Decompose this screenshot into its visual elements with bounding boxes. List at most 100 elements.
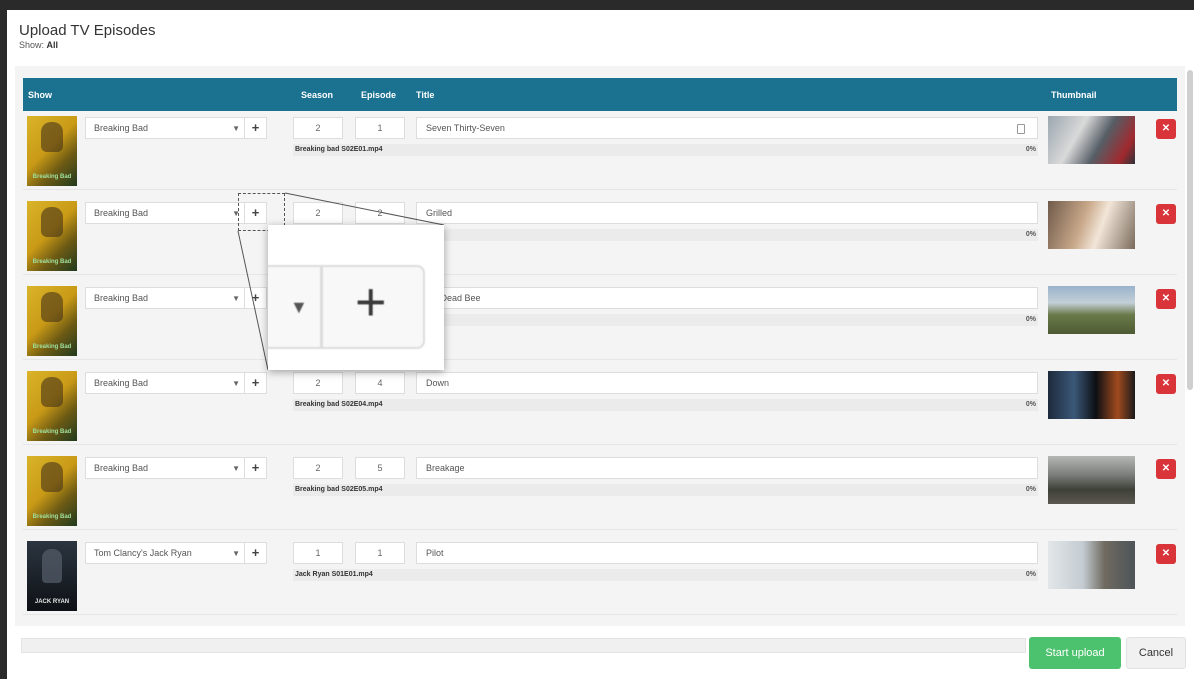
episode-thumbnail	[1048, 201, 1135, 249]
poster-label: Breaking Bad	[32, 514, 72, 520]
upload-progress: Jack Ryan S01E01.mp4 0%	[293, 569, 1038, 581]
add-show-button[interactable]: +	[245, 457, 267, 479]
show-select-value: Breaking Bad	[94, 208, 149, 218]
add-show-button[interactable]: +	[245, 372, 267, 394]
episode-input[interactable]: 2	[355, 202, 405, 224]
start-upload-button[interactable]: Start upload	[1029, 637, 1121, 669]
show-poster: Breaking Bad	[27, 456, 77, 526]
show-select[interactable]: Breaking Bad ▼	[85, 457, 245, 479]
episode-thumbnail	[1048, 116, 1135, 164]
season-input[interactable]: 2	[293, 117, 343, 139]
window-top-border	[0, 0, 1194, 10]
progress-percent: 0%	[1025, 486, 1036, 493]
upload-progress: Breaking bad S02E04.mp4 0%	[293, 399, 1038, 411]
show-select-value: Breaking Bad	[94, 293, 149, 303]
overall-progress-bar	[21, 638, 1026, 653]
poster-label: Breaking Bad	[32, 344, 72, 350]
column-thumbnail: Thumbnail	[1051, 90, 1097, 100]
remove-row-button[interactable]: ✕	[1156, 544, 1176, 564]
episodes-table: Show Season Episode Title Thumbnail Brea…	[15, 66, 1185, 626]
add-show-button[interactable]: +	[245, 117, 267, 139]
poster-label: Breaking Bad	[32, 429, 72, 435]
document-icon	[1017, 124, 1025, 134]
remove-row-button[interactable]: ✕	[1156, 289, 1176, 309]
file-name: Breaking bad S02E01.mp4	[295, 146, 383, 153]
upload-progress: Breaking bad S02E01.mp4 0%	[293, 144, 1038, 156]
caret-down-icon: ▼	[232, 549, 240, 558]
show-poster: JACK RYAN	[27, 541, 77, 611]
season-input[interactable]: 2	[293, 202, 343, 224]
column-title: Title	[416, 90, 435, 100]
episode-thumbnail	[1048, 541, 1135, 589]
remove-row-button[interactable]: ✕	[1156, 119, 1176, 139]
subtitle-prefix: Show:	[19, 40, 45, 50]
remove-row-button[interactable]: ✕	[1156, 459, 1176, 479]
caret-down-icon: ▼	[232, 464, 240, 473]
poster-label: Breaking Bad	[32, 174, 72, 180]
title-input[interactable]: Down	[416, 372, 1038, 394]
column-season: Season	[301, 90, 334, 100]
table-row: Breaking Bad Breaking Bad ▼ + 2 1 Seven T…	[23, 112, 1177, 190]
title-value: Grilled	[426, 208, 453, 218]
cancel-button[interactable]: Cancel	[1126, 637, 1186, 669]
progress-percent: 0%	[1025, 146, 1036, 153]
title-input[interactable]: Breakage	[416, 457, 1038, 479]
title-value: Pilot	[426, 548, 444, 558]
column-show: Show	[28, 90, 52, 100]
table-row: Breaking Bad Breaking Bad ▼ + 2 5 Breakag…	[23, 452, 1177, 530]
zoomed-controls: ▼ +	[268, 265, 425, 349]
season-input[interactable]: 2	[293, 457, 343, 479]
progress-percent: 0%	[1025, 316, 1036, 323]
plus-icon: +	[355, 272, 387, 332]
episode-thumbnail	[1048, 286, 1135, 334]
progress-percent: 0%	[1025, 231, 1036, 238]
file-name: Jack Ryan S01E01.mp4	[295, 571, 373, 578]
episode-thumbnail	[1048, 371, 1135, 419]
add-show-button[interactable]: +	[245, 287, 267, 309]
title-value: Seven Thirty-Seven	[426, 123, 505, 133]
show-poster: Breaking Bad	[27, 371, 77, 441]
title-input[interactable]: Seven Thirty-Seven	[416, 117, 1038, 139]
show-select-value: Breaking Bad	[94, 378, 149, 388]
title-value: Down	[426, 378, 450, 388]
table-row: Breaking Bad Breaking Bad ▼ + y a Dead Be…	[23, 282, 1177, 360]
episode-thumbnail	[1048, 456, 1135, 504]
show-select-value: Tom Clancy's Jack Ryan	[94, 548, 192, 558]
progress-percent: 0%	[1025, 401, 1036, 408]
table-row: Breaking Bad Breaking Bad ▼ + 2 4 Down Br…	[23, 367, 1177, 445]
season-input[interactable]: 1	[293, 542, 343, 564]
caret-down-icon: ▼	[232, 379, 240, 388]
title-input[interactable]: Pilot	[416, 542, 1038, 564]
show-poster: Breaking Bad	[27, 201, 77, 271]
progress-percent: 0%	[1025, 571, 1036, 578]
show-select[interactable]: Breaking Bad ▼	[85, 117, 245, 139]
episode-input[interactable]: 5	[355, 457, 405, 479]
show-select[interactable]: Breaking Bad ▼	[85, 372, 245, 394]
show-select[interactable]: Breaking Bad ▼	[85, 202, 245, 224]
upload-modal: Upload TV Episodes Show: All Show Season…	[7, 10, 1194, 679]
remove-row-button[interactable]: ✕	[1156, 204, 1176, 224]
vertical-scrollbar[interactable]	[1187, 70, 1193, 390]
show-select[interactable]: Breaking Bad ▼	[85, 287, 245, 309]
add-show-button[interactable]: +	[245, 542, 267, 564]
file-name: Breaking bad S02E05.mp4	[295, 486, 383, 493]
poster-label: Breaking Bad	[32, 259, 72, 265]
show-select-value: Breaking Bad	[94, 123, 149, 133]
season-input[interactable]: 2	[293, 372, 343, 394]
modal-title: Upload TV Episodes	[19, 22, 156, 39]
episode-input[interactable]: 1	[355, 542, 405, 564]
file-name: Breaking bad S02E04.mp4	[295, 401, 383, 408]
title-input[interactable]: Grilled	[416, 202, 1038, 224]
remove-row-button[interactable]: ✕	[1156, 374, 1176, 394]
episode-input[interactable]: 1	[355, 117, 405, 139]
poster-label: JACK RYAN	[34, 599, 70, 605]
zoom-magnifier-panel: ▼ +	[268, 225, 444, 370]
show-select-value: Breaking Bad	[94, 463, 149, 473]
episode-input[interactable]: 4	[355, 372, 405, 394]
show-select[interactable]: Tom Clancy's Jack Ryan ▼	[85, 542, 245, 564]
title-input[interactable]: y a Dead Bee	[416, 287, 1038, 309]
column-episode: Episode	[361, 90, 397, 100]
show-poster: Breaking Bad	[27, 116, 77, 186]
caret-down-icon: ▼	[232, 294, 240, 303]
table-header: Show Season Episode Title Thumbnail	[23, 78, 1177, 111]
